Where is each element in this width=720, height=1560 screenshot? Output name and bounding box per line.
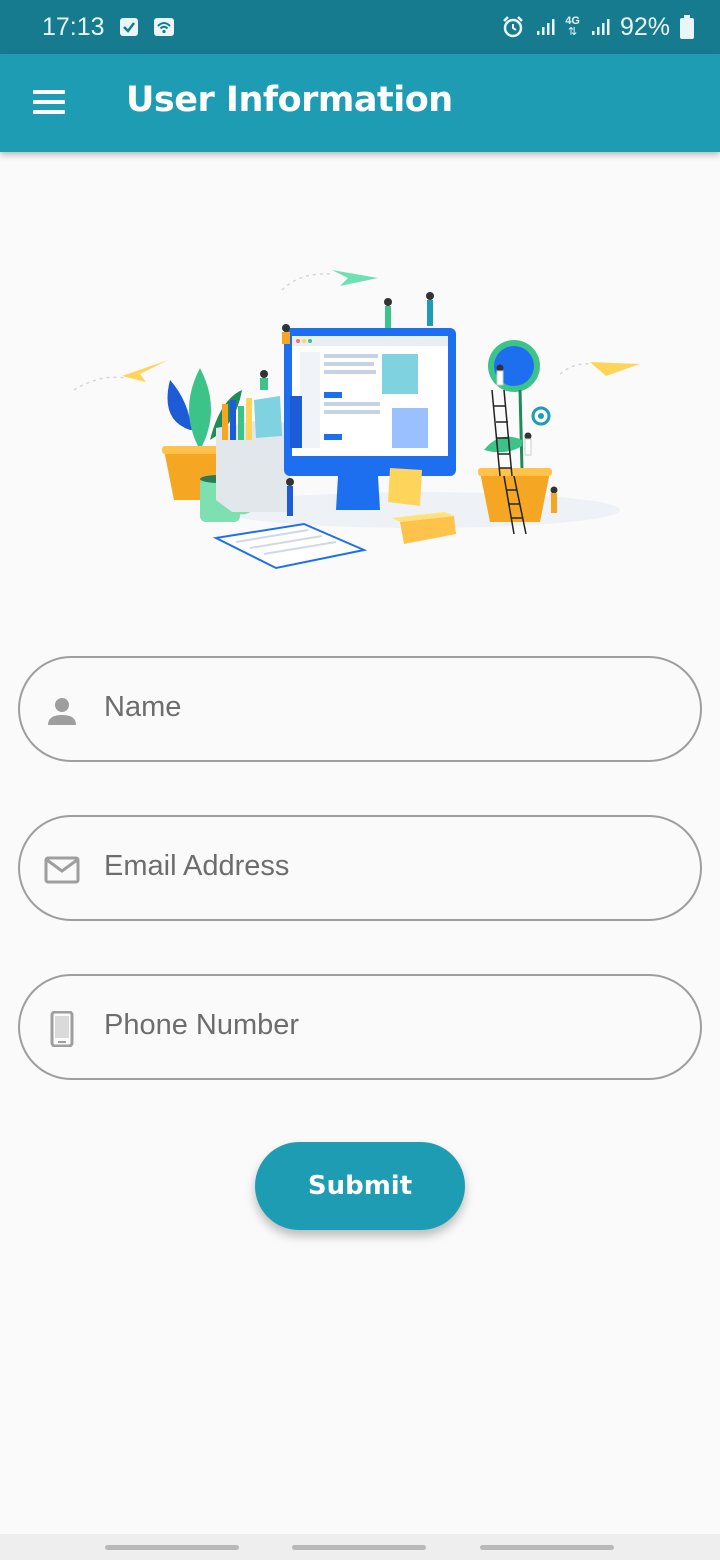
wifi-notification-icon [153, 17, 175, 37]
signal-icon [590, 17, 610, 37]
phone-icon [44, 1010, 80, 1048]
phone-placeholder: Phone Number [104, 1009, 300, 1041]
system-navigation-bar [0, 1534, 720, 1560]
nav-recent-button[interactable] [105, 1545, 239, 1550]
checkbox-notification-icon [119, 17, 139, 37]
alarm-icon [501, 15, 525, 39]
name-placeholder: Name [104, 691, 182, 723]
mail-icon [44, 852, 80, 888]
email-placeholder: Email Address [104, 850, 290, 882]
status-time: 17:13 [42, 12, 105, 41]
nav-home-button[interactable] [292, 1545, 426, 1550]
person-icon [44, 693, 80, 729]
workspace-illustration [60, 250, 660, 590]
battery-percentage: 92% [619, 12, 670, 41]
submit-button[interactable]: Submit [255, 1142, 465, 1230]
battery-icon [680, 15, 694, 39]
nav-back-button[interactable] [480, 1545, 614, 1550]
hamburger-menu-icon[interactable] [33, 90, 65, 116]
network-4g-icon: 4G ⇅ [565, 15, 580, 38]
email-field[interactable]: Email Address [18, 815, 702, 921]
status-bar: 17:13 4G ⇅ 92% [0, 0, 720, 54]
name-field[interactable]: Name [18, 656, 702, 762]
page-title: User Information [126, 80, 453, 120]
phone-field[interactable]: Phone Number [18, 974, 702, 1080]
signal-icon [535, 17, 555, 37]
app-bar: User Information [0, 54, 720, 152]
